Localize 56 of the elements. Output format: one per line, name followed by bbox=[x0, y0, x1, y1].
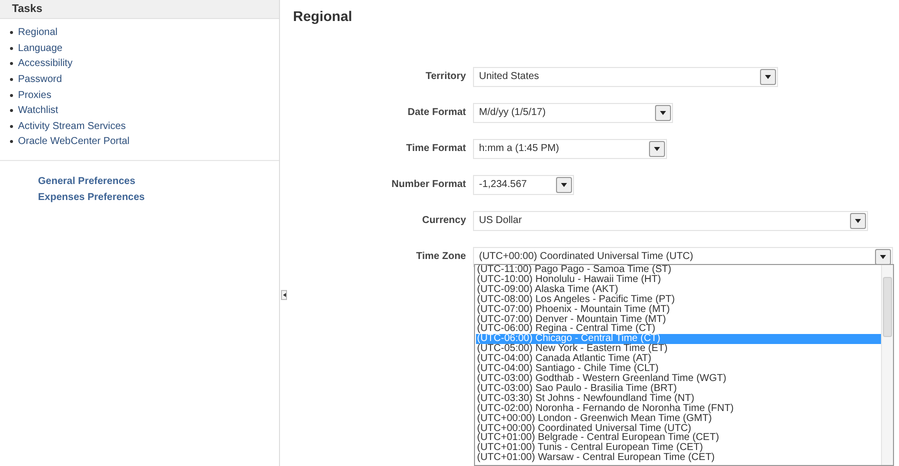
dropdown-option[interactable]: (UTC+01:00) Tunis - Central European Time (CET) bbox=[476, 443, 881, 454]
dropdown-button[interactable] bbox=[760, 68, 776, 84]
field-label: Number Format bbox=[390, 178, 467, 192]
task-link[interactable]: Language bbox=[18, 40, 62, 56]
dropdown-field[interactable]: M/d/yy (1/5/17) bbox=[473, 102, 673, 122]
page-title: Regional bbox=[293, 7, 354, 26]
dropdown-option[interactable]: (UTC+00:00) Coordinated Universal Time (UTC) bbox=[476, 424, 881, 434]
dropdown-option[interactable]: (UTC-03:00) Sao Paulo - Brasilia Time (BRT) bbox=[476, 384, 881, 394]
dropdown-button[interactable] bbox=[556, 176, 572, 192]
dropdown-option[interactable]: (UTC-06:00) Regina - Central Time (CT) bbox=[476, 324, 881, 334]
dropdown-option[interactable]: (UTC-11:00) Pago Pago - Samoa Time (ST) bbox=[476, 265, 881, 275]
field-label: Date Format bbox=[406, 106, 467, 120]
dropdown-option[interactable]: (UTC-03:30) St Johns - Newfoundland Time (NT) bbox=[476, 394, 881, 404]
dropdown-option[interactable]: (UTC+01:00) Warsaw - Central European Time (CET) bbox=[476, 453, 881, 464]
dropdown-option[interactable]: (UTC-04:00) Canada Atlantic Time (AT) bbox=[476, 354, 881, 364]
task-link[interactable]: Oracle WebCenter Portal bbox=[18, 134, 130, 150]
dropdown-button[interactable] bbox=[875, 248, 891, 264]
dropdown-option[interactable]: (UTC-09:00) Alaska Time (AKT) bbox=[476, 284, 881, 295]
dropdown-option[interactable]: (UTC-02:00) Noronha - Fernando de Noronha Time (FNT) bbox=[476, 404, 881, 414]
preference-link[interactable]: General Preferences bbox=[38, 174, 279, 188]
dropdown-button[interactable] bbox=[655, 104, 671, 120]
dropdown-field[interactable]: US Dollar bbox=[473, 210, 868, 230]
dropdown-option[interactable]: (UTC+01:00) Belgrade - Central European Time (CET) bbox=[476, 433, 881, 444]
caret-icon bbox=[561, 182, 567, 186]
field-label: Territory bbox=[424, 70, 467, 84]
sidebar-header: Tasks bbox=[0, 0, 279, 19]
collapse-arrow-icon bbox=[282, 293, 286, 297]
dropdown-button[interactable] bbox=[850, 212, 866, 228]
dropdown-option[interactable]: (UTC-08:00) Los Angeles - Pacific Time (PT) bbox=[476, 294, 881, 305]
dropdown-option[interactable]: (UTC-07:00) Phoenix - Mountain Time (MT) bbox=[476, 304, 881, 315]
task-link[interactable]: Activity Stream Services bbox=[18, 118, 126, 134]
dropdown-field[interactable]: -1,234.567 bbox=[473, 174, 574, 194]
task-link[interactable]: Proxies bbox=[18, 88, 52, 103]
preference-link[interactable]: Expenses Preferences bbox=[38, 190, 279, 204]
task-link[interactable]: Accessibility bbox=[18, 56, 72, 72]
task-link[interactable]: Watchlist bbox=[18, 103, 58, 118]
dropdown-field[interactable]: United States bbox=[473, 66, 778, 86]
field-label: Currency bbox=[421, 214, 467, 228]
caret-icon bbox=[765, 74, 771, 78]
task-link[interactable]: Password bbox=[18, 72, 62, 88]
caret-icon bbox=[855, 218, 861, 222]
dropdown-option[interactable]: (UTC-10:00) Honolulu - Hawaii Time (HT) bbox=[476, 274, 881, 285]
collapse-button[interactable] bbox=[281, 290, 287, 300]
caret-icon bbox=[654, 146, 660, 150]
dropdown-option[interactable]: (UTC-07:00) Denver - Mountain Time (MT) bbox=[476, 314, 881, 324]
dropdown-field[interactable]: h:mm a (1:45 PM) bbox=[473, 138, 667, 158]
dropdown-option[interactable]: (UTC-03:00) Godthab - Western Greenland Time (WGT) bbox=[476, 374, 881, 384]
task-link[interactable]: Regional bbox=[18, 25, 58, 40]
caret-icon bbox=[880, 254, 886, 258]
field-label: Time Zone bbox=[415, 250, 467, 264]
dropdown-option[interactable]: (UTC+00:00) London - Greenwich Mean Time (GMT) bbox=[476, 414, 881, 424]
field-label: Time Format bbox=[405, 142, 467, 156]
caret-icon bbox=[660, 110, 666, 114]
dropdown-option[interactable]: (UTC-04:00) Santiago - Chile Time (CLT) bbox=[476, 364, 881, 374]
dropdown-option[interactable]: (UTC-05:00) New York - Eastern Time (ET) bbox=[476, 344, 881, 354]
dropdown-button[interactable] bbox=[649, 140, 665, 156]
